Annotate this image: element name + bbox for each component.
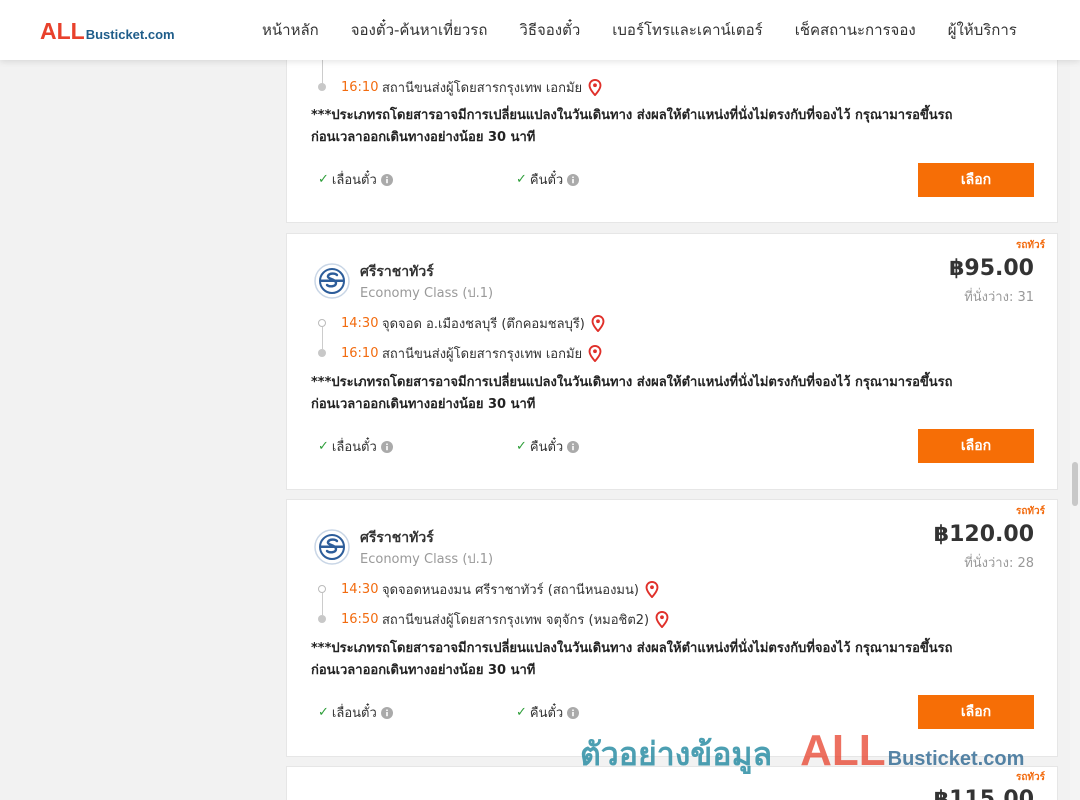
watermark-busticket-text: Busticket.com xyxy=(887,748,1025,770)
depart-stop: 14:30 จุดจอดหนองมน ศรีราชาทัวร์ (สถานีหน… xyxy=(341,579,659,600)
bus-class: Economy Class (ป.1) xyxy=(360,552,494,567)
seat-notice: ***ประเภทรถโดยสารอาจมีการเปลี่ยนแปลงในวั… xyxy=(311,372,1041,416)
map-pin-icon[interactable] xyxy=(588,79,602,96)
notice-line-2: ก่อนเวลาออกเดินทางอย่างน้อย 30 นาที xyxy=(311,397,536,412)
site-header: ALL Busticket.com หน้าหลัก จองตั๋ว-ค้นหา… xyxy=(0,0,1080,60)
bus-type-badge: รถทัวร์ xyxy=(1015,240,1045,251)
check-icon: ✓ xyxy=(318,172,329,187)
nav-book-search[interactable]: จองตั๋ว-ค้นหาเที่ยวรถ xyxy=(351,18,488,42)
available-seats: ที่นั่งว่าง: 31 xyxy=(964,290,1034,305)
arrive-stop: 16:10 สถานีขนส่งผู้โดยสารกรุงเทพ เอกมัย xyxy=(341,77,602,98)
trip-card-3: รถทัวร์ ศรีราชาทัวร์ Economy Class (ป.1)… xyxy=(286,499,1058,757)
refund-ticket-label: คืนตั๋ว xyxy=(529,706,564,721)
select-button[interactable]: เลือก xyxy=(918,163,1034,197)
arrive-place: สถานีขนส่งผู้โดยสารกรุงเทพ เอกมัย xyxy=(382,81,583,96)
nav-phone-counter[interactable]: เบอร์โทรและเคาน์เตอร์ xyxy=(612,18,762,42)
depart-time: 14:30 xyxy=(341,316,379,331)
check-icon: ✓ xyxy=(516,705,527,720)
operator-logo-icon xyxy=(314,529,350,565)
page-scrollbar[interactable] xyxy=(1070,60,1080,800)
nav-how-to-book[interactable]: วิธีจองตั๋ว xyxy=(519,18,580,42)
arrive-dot xyxy=(318,615,326,623)
info-icon[interactable] xyxy=(380,173,393,186)
arrive-time: 16:50 xyxy=(341,612,379,627)
nav-check-status[interactable]: เช็คสถานะการจอง xyxy=(795,18,916,42)
check-icon: ✓ xyxy=(516,172,527,187)
change-ticket-policy: ✓ เลื่อนตั๋ว xyxy=(318,169,393,190)
operator-name: ศรีราชาทัวร์ xyxy=(360,530,434,546)
main-nav: หน้าหลัก จองตั๋ว-ค้นหาเที่ยวรถ วิธีจองตั… xyxy=(262,0,1017,60)
scrollbar-thumb[interactable] xyxy=(1072,462,1078,506)
arrive-dot xyxy=(318,349,326,357)
notice-line-1: ***ประเภทรถโดยสารอาจมีการเปลี่ยนแปลงในวั… xyxy=(311,641,953,656)
change-ticket-policy: ✓ เลื่อนตั๋ว xyxy=(318,702,393,723)
trip-card-2: รถทัวร์ ศรีราชาทัวร์ Economy Class (ป.1)… xyxy=(286,233,1058,490)
depart-place: จุดจอดหนองมน ศรีราชาทัวร์ (สถานีหนองมน) xyxy=(382,583,639,598)
select-button[interactable]: เลือก xyxy=(918,429,1034,463)
ticket-price: ฿95.00 xyxy=(949,256,1034,281)
depart-stop: 14:30 จุดจอด อ.เมืองชลบุรี (ตึกคอมชลบุรี… xyxy=(341,313,605,334)
ticket-price: ฿120.00 xyxy=(933,522,1034,547)
map-pin-icon[interactable] xyxy=(588,345,602,362)
select-button[interactable]: เลือก xyxy=(918,695,1034,729)
notice-line-2: ก่อนเวลาออกเดินทางอย่างน้อย 30 นาที xyxy=(311,663,536,678)
operator-logo-icon xyxy=(314,263,350,299)
arrive-stop: 16:10 สถานีขนส่งผู้โดยสารกรุงเทพ เอกมัย xyxy=(341,343,602,364)
depart-place: จุดจอด อ.เมืองชลบุรี (ตึกคอมชลบุรี) xyxy=(382,317,585,332)
logo-busticket-text: Busticket.com xyxy=(85,27,175,42)
change-ticket-label: เลื่อนตั๋ว xyxy=(331,173,377,188)
refund-ticket-label: คืนตั๋ว xyxy=(529,173,564,188)
depart-dot xyxy=(318,585,326,593)
arrive-time: 16:10 xyxy=(341,80,379,95)
logo-all-text: ALL xyxy=(40,18,85,44)
refund-ticket-policy: ✓ คืนตั๋ว xyxy=(516,169,580,190)
ticket-price: ฿115.00 xyxy=(933,787,1034,800)
info-icon[interactable] xyxy=(567,440,580,453)
refund-ticket-label: คืนตั๋ว xyxy=(529,440,564,455)
map-pin-icon[interactable] xyxy=(645,581,659,598)
available-seats: ที่นั่งว่าง: 28 xyxy=(964,556,1034,571)
info-icon[interactable] xyxy=(567,173,580,186)
watermark-thai-text: ตัวอย่างข้อมูล xyxy=(580,735,773,773)
map-pin-icon[interactable] xyxy=(655,611,669,628)
map-pin-icon[interactable] xyxy=(591,315,605,332)
refund-ticket-policy: ✓ คืนตั๋ว xyxy=(516,436,580,457)
nav-operators[interactable]: ผู้ให้บริการ xyxy=(948,18,1017,42)
seat-notice: ***ประเภทรถโดยสารอาจมีการเปลี่ยนแปลงในวั… xyxy=(311,638,1041,682)
arrive-time: 16:10 xyxy=(341,346,379,361)
info-icon[interactable] xyxy=(380,706,393,719)
arrive-dot xyxy=(318,83,326,91)
change-ticket-label: เลื่อนตั๋ว xyxy=(331,706,377,721)
notice-line-1: ***ประเภทรถโดยสารอาจมีการเปลี่ยนแปลงในวั… xyxy=(311,108,953,123)
watermark-all-text: ALL xyxy=(800,726,886,775)
depart-dot xyxy=(318,319,326,327)
sample-data-watermark: ตัวอย่างข้อมูล ALL Busticket.com xyxy=(580,726,1024,780)
notice-line-1: ***ประเภทรถโดยสารอาจมีการเปลี่ยนแปลงในวั… xyxy=(311,375,953,390)
bus-class: Economy Class (ป.1) xyxy=(360,286,494,301)
arrive-place: สถานีขนส่งผู้โดยสารกรุงเทพ จตุจักร (หมอช… xyxy=(382,613,650,628)
check-icon: ✓ xyxy=(318,439,329,454)
route-line xyxy=(322,593,323,615)
info-icon[interactable] xyxy=(567,706,580,719)
nav-home[interactable]: หน้าหลัก xyxy=(262,18,319,42)
trip-card-1: 16:10 สถานีขนส่งผู้โดยสารกรุงเทพ เอกมัย … xyxy=(286,40,1058,223)
route-line xyxy=(322,327,323,349)
change-ticket-policy: ✓ เลื่อนตั๋ว xyxy=(318,436,393,457)
check-icon: ✓ xyxy=(516,439,527,454)
check-icon: ✓ xyxy=(318,705,329,720)
info-icon[interactable] xyxy=(380,440,393,453)
depart-time: 14:30 xyxy=(341,582,379,597)
site-logo[interactable]: ALL Busticket.com xyxy=(40,18,175,45)
notice-line-2: ก่อนเวลาออกเดินทางอย่างน้อย 30 นาที xyxy=(311,130,536,145)
bus-type-badge: รถทัวร์ xyxy=(1015,506,1045,517)
arrive-stop: 16:50 สถานีขนส่งผู้โดยสารกรุงเทพ จตุจักร… xyxy=(341,609,669,630)
operator-name: ศรีราชาทัวร์ xyxy=(360,264,434,280)
refund-ticket-policy: ✓ คืนตั๋ว xyxy=(516,702,580,723)
seat-notice: ***ประเภทรถโดยสารอาจมีการเปลี่ยนแปลงในวั… xyxy=(311,105,1041,149)
change-ticket-label: เลื่อนตั๋ว xyxy=(331,440,377,455)
arrive-place: สถานีขนส่งผู้โดยสารกรุงเทพ เอกมัย xyxy=(382,347,583,362)
